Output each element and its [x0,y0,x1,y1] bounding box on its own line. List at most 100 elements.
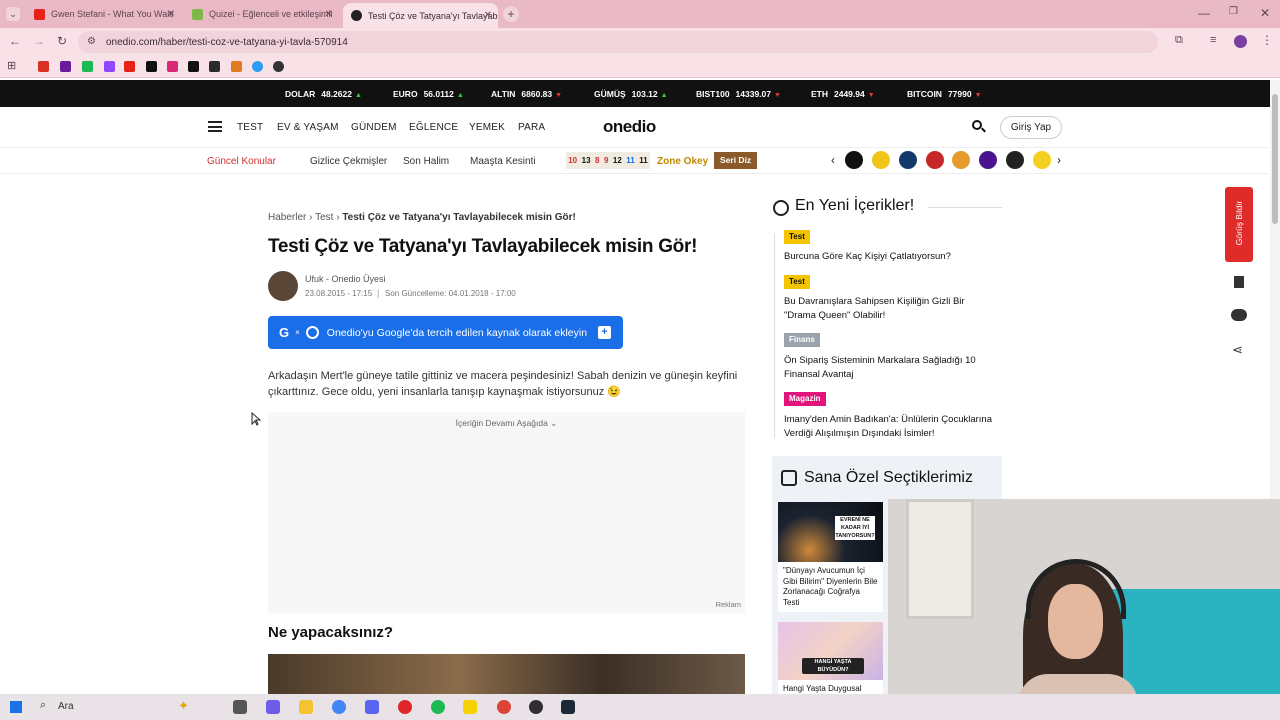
instagram-icon[interactable] [167,61,178,72]
story-circle-orange-icon[interactable] [952,151,970,169]
ticker-item[interactable]: ALTIN 6860.83 ▼ [491,89,562,99]
onedio-logo[interactable]: onedio [603,117,656,137]
story-circle-purple-icon[interactable] [979,151,997,169]
sidebar-item[interactable]: Ön Sipariş Sisteminin Markalara Sağladığ… [784,354,989,382]
google-preferred-source-button[interactable]: G × Onedio'yu Google'da tercih edilen ka… [268,316,623,349]
close-icon[interactable]: ✕ [325,9,333,20]
nav-ev-yasam[interactable]: EV & YAŞAM [277,122,339,133]
bookmark-purple-icon[interactable] [60,61,71,72]
zone-okey-label[interactable]: Zone Okey [657,156,708,167]
bookmark-icon[interactable] [1234,276,1244,288]
reload-icon[interactable]: ↻ [57,34,67,48]
author-name[interactable]: Ufuk - Onedio Üyesi [305,274,386,284]
task-view-icon[interactable] [233,700,247,714]
search-icon[interactable]: ⌕ [40,699,46,712]
site-info-icon[interactable]: ⚙ [87,36,96,47]
apps-icon[interactable]: ⊞ [7,59,16,72]
chevron-right-icon[interactable]: › [1057,153,1061,167]
close-window-icon[interactable]: ✕ [1260,6,1270,20]
bookmark-gear-icon[interactable] [273,61,284,72]
story-circle-red-icon[interactable] [926,151,944,169]
ticker-item[interactable]: BIST100 14339.07 ▼ [696,89,781,99]
gmail-icon[interactable] [38,61,49,72]
nav-eglence[interactable]: EĞLENCE [409,122,458,133]
bookmark-orange-icon[interactable] [231,61,242,72]
kick-icon[interactable] [82,61,93,72]
tab-quizei[interactable]: Quizei - Eğlenceli ve etkileşimli ✕ [184,3,339,25]
chevron-left-icon[interactable]: ‹ [831,153,835,167]
breadcrumb-test[interactable]: Test [315,212,333,223]
profile-avatar[interactable] [1234,35,1247,48]
new-tab-button[interactable]: + [503,6,519,22]
ticker-item[interactable]: BITCOIN 77990 ▼ [907,89,982,99]
hamburger-menu-icon[interactable] [208,121,222,132]
spotify-icon[interactable] [431,700,445,714]
minimize-icon[interactable]: — [1198,6,1210,20]
content-tag[interactable]: Finans [784,333,820,347]
story-circle-yellow-icon[interactable] [872,151,890,169]
sticky-notes-icon[interactable] [463,700,477,714]
pick-card[interactable]: HANGİ YAŞTA BÜYÜDÜN? Hangi Yaşta Duygusa… [778,622,883,696]
reading-list-icon[interactable]: ≡ [1210,34,1216,46]
story-circle-ok-icon[interactable] [845,151,863,169]
twitch-icon[interactable] [104,61,115,72]
tab-onedio[interactable]: Testi Çöz ve Tatyana'yı Tavlayab ✕ [343,3,498,28]
sidebar-item[interactable]: Burcuna Göre Kaç Kişiyi Çatlatıyorsun? [784,250,1004,264]
bookmark-blue-icon[interactable] [252,61,263,72]
bookmark-bot-icon[interactable] [209,61,220,72]
tiktok-icon[interactable] [188,61,199,72]
story-circle-gold-icon[interactable] [1033,151,1051,169]
steam-icon[interactable] [561,700,575,714]
ticker-item[interactable]: ETH 2449.94 ▼ [811,89,875,99]
ticker-item[interactable]: GÜMÜŞ 103.12 ▲ [594,89,668,99]
content-tag[interactable]: Magazin [784,392,826,406]
story-circle-snow-icon[interactable] [899,151,917,169]
menu-icon[interactable]: ⋮ [1261,33,1273,47]
content-tag[interactable]: Test [784,275,810,289]
nav-yemek[interactable]: YEMEK [469,122,505,133]
breadcrumb-haberler[interactable]: Haberler [268,212,306,223]
address-bar[interactable]: ⚙ onedio.com/haber/testi-coz-ve-tatyana-… [78,31,1158,53]
forward-icon[interactable]: → [33,34,45,48]
x-icon[interactable] [146,61,157,72]
opera-icon[interactable] [398,700,412,714]
ticker-item[interactable]: DOLAR 48.2622 ▲ [285,89,362,99]
story-circle-black-icon[interactable] [1006,151,1024,169]
nav-para[interactable]: PARA [518,122,545,133]
nav-gundem[interactable]: GÜNDEM [351,122,397,133]
nav-test[interactable]: TEST [237,122,263,133]
back-icon[interactable]: ← [9,34,21,48]
scrollbar-thumb[interactable] [1272,94,1278,224]
chrome-icon[interactable] [332,700,346,714]
tab-youtube[interactable]: Gwen Stefani - What You Waiti ✕ [26,3,181,25]
close-icon[interactable]: ✕ [484,10,492,21]
sidebar-item[interactable]: Imany'den Amin Badıkan'a: Ünlülerin Çocu… [784,413,1004,441]
trending-item-gizlice[interactable]: Gizlice Çekmişler [310,156,387,167]
author-avatar[interactable] [268,271,298,301]
extensions-icon[interactable]: ⧉ [1175,34,1183,47]
content-tag[interactable]: Test [784,230,810,244]
sidebar-item[interactable]: Bu Davranışlara Sahipsen Kişiliğin Gizli… [784,295,979,323]
seri-diz-badge[interactable]: Seri Diz [714,152,758,169]
trending-item-son-halim[interactable]: Son Halim [403,156,449,167]
windows-start-icon[interactable] [10,701,22,713]
youtube-icon[interactable] [124,61,135,72]
feedback-button[interactable]: Görüş Bildir [1225,187,1253,262]
pick-card[interactable]: EVRENİ NE KADAR İYİ TANIYORSUN? "Dünyayı… [778,502,883,612]
restore-icon[interactable]: ❐ [1229,6,1238,17]
copilot-icon[interactable] [266,700,280,714]
tab-list-icon[interactable]: ⌄ [6,7,20,21]
zone-okey-game[interactable]: 10 13 8 9 12 11 11 [566,152,650,169]
share-icon[interactable]: ⋖ [1232,342,1243,358]
picks-icon [781,470,797,486]
ticker-item[interactable]: EURO 56.0112 ▲ [393,89,464,99]
taskbar-search-box[interactable]: Ara [58,701,74,712]
login-button[interactable]: Giriş Yap [1000,116,1062,139]
comments-icon[interactable] [1231,309,1247,321]
trending-item-maasta[interactable]: Maaşta Kesinti [470,156,536,167]
discord-icon[interactable] [365,700,379,714]
chrome-active-icon[interactable] [497,700,511,714]
obs-icon[interactable] [529,700,543,714]
file-explorer-icon[interactable] [299,700,313,714]
close-icon[interactable]: ✕ [167,9,175,20]
